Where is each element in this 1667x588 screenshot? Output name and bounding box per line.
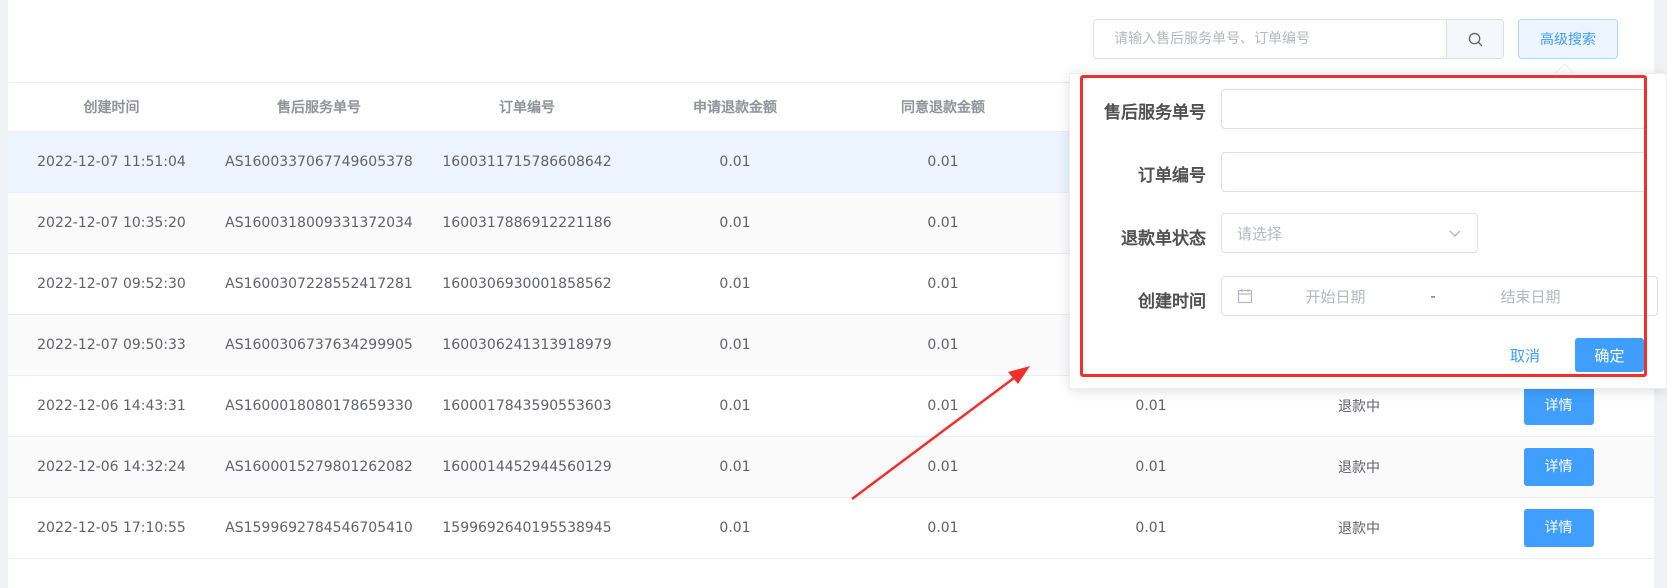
header-order-no: 订单编号 xyxy=(499,100,555,116)
cell-apply-amount: 0.01 xyxy=(719,154,751,170)
header-apply-amount: 申请退款金额 xyxy=(693,100,777,116)
service-no-field[interactable] xyxy=(1221,89,1646,129)
cell-apply-amount: 0.01 xyxy=(719,520,751,536)
cell-order-no: 1600014452944560129 xyxy=(442,459,612,475)
search-button[interactable] xyxy=(1446,20,1503,58)
search-box xyxy=(1093,19,1504,59)
cell-refund-amount: 0.01 xyxy=(1135,459,1167,475)
cell-apply-amount: 0.01 xyxy=(719,337,751,353)
table-row[interactable]: 2022-12-05 17:10:55 AS159969278454670541… xyxy=(8,498,1654,559)
cell-order-no: 1599692640195538945 xyxy=(442,520,612,536)
header-agree-amount: 同意退款金额 xyxy=(901,100,985,116)
detail-button[interactable]: 详情 xyxy=(1523,509,1594,547)
cell-status: 退款中 xyxy=(1338,460,1380,476)
cell-created: 2022-12-07 09:52:30 xyxy=(37,276,186,292)
label-created: 创建时间 xyxy=(1138,292,1206,312)
detail-button[interactable]: 详情 xyxy=(1523,448,1594,486)
chevron-down-icon xyxy=(1449,230,1461,237)
cell-status: 退款中 xyxy=(1338,399,1380,415)
start-date-input[interactable]: 开始日期 xyxy=(1253,286,1418,307)
cell-agree-amount: 0.01 xyxy=(927,154,959,170)
label-service-no: 售后服务单号 xyxy=(1104,103,1206,123)
cell-created: 2022-12-07 10:35:20 xyxy=(37,215,186,231)
cell-apply-amount: 0.01 xyxy=(719,398,751,414)
cell-apply-amount: 0.01 xyxy=(719,215,751,231)
cell-order-no: 1600306241313918979 xyxy=(442,337,612,353)
cell-agree-amount: 0.01 xyxy=(927,337,959,353)
cell-service-no: AS1600018080178659330 xyxy=(225,398,413,414)
cell-refund-amount: 0.01 xyxy=(1135,398,1167,414)
cell-agree-amount: 0.01 xyxy=(927,398,959,414)
cell-agree-amount: 0.01 xyxy=(927,459,959,475)
advanced-search-button[interactable]: 高级搜索 xyxy=(1518,19,1618,59)
cell-agree-amount: 0.01 xyxy=(927,276,959,292)
cell-agree-amount: 0.01 xyxy=(927,520,959,536)
cell-refund-amount: 0.01 xyxy=(1135,520,1167,536)
header-created: 创建时间 xyxy=(83,100,140,116)
cell-order-no: 1600311715786608642 xyxy=(442,154,612,170)
order-no-field[interactable] xyxy=(1221,152,1646,192)
cell-created: 2022-12-06 14:32:24 xyxy=(37,459,186,475)
status-select[interactable]: 请选择 xyxy=(1221,213,1478,253)
status-select-placeholder: 请选择 xyxy=(1237,224,1283,243)
cell-created: 2022-12-07 09:50:33 xyxy=(37,337,186,353)
cell-service-no: AS1600337067749605378 xyxy=(225,154,413,170)
cell-service-no: AS1600318009331372034 xyxy=(225,215,413,231)
detail-button[interactable]: 详情 xyxy=(1523,387,1594,425)
end-date-input[interactable]: 结束日期 xyxy=(1448,286,1613,307)
cell-order-no: 1600317886912221186 xyxy=(442,215,612,231)
cell-created: 2022-12-06 14:43:31 xyxy=(37,398,186,414)
cell-service-no: AS1600015279801262082 xyxy=(225,459,413,475)
cell-service-no: AS1600306737634299905 xyxy=(225,337,413,353)
cell-created: 2022-12-07 11:51:04 xyxy=(37,154,186,170)
cell-action: 详情 xyxy=(1463,387,1654,425)
cell-action: 详情 xyxy=(1463,509,1654,547)
confirm-button[interactable]: 确定 xyxy=(1575,338,1644,372)
cell-created: 2022-12-05 17:10:55 xyxy=(37,520,186,536)
cancel-button[interactable]: 取消 xyxy=(1510,345,1540,366)
search-input[interactable] xyxy=(1094,20,1446,58)
label-order-no: 订单编号 xyxy=(1138,166,1206,186)
cell-order-no: 1600017843590553603 xyxy=(442,398,612,414)
cell-agree-amount: 0.01 xyxy=(927,215,959,231)
cell-service-no: AS1599692784546705410 xyxy=(225,520,413,536)
cell-service-no: AS1600307228552417281 xyxy=(225,276,413,292)
label-status: 退款单状态 xyxy=(1121,229,1206,249)
cell-status: 退款中 xyxy=(1338,521,1380,537)
date-range-picker[interactable]: 开始日期 - 结束日期 xyxy=(1221,276,1658,316)
table-row[interactable]: 2022-12-06 14:32:24 AS160001527980126208… xyxy=(8,437,1654,498)
header-service-no: 售后服务单号 xyxy=(277,100,361,116)
calendar-icon xyxy=(1237,289,1253,304)
cell-action: 详情 xyxy=(1463,448,1654,486)
search-icon xyxy=(1468,32,1482,46)
cell-order-no: 1600306930001858562 xyxy=(442,276,612,292)
range-separator: - xyxy=(1430,287,1436,305)
cell-apply-amount: 0.01 xyxy=(719,276,751,292)
cell-apply-amount: 0.01 xyxy=(719,459,751,475)
